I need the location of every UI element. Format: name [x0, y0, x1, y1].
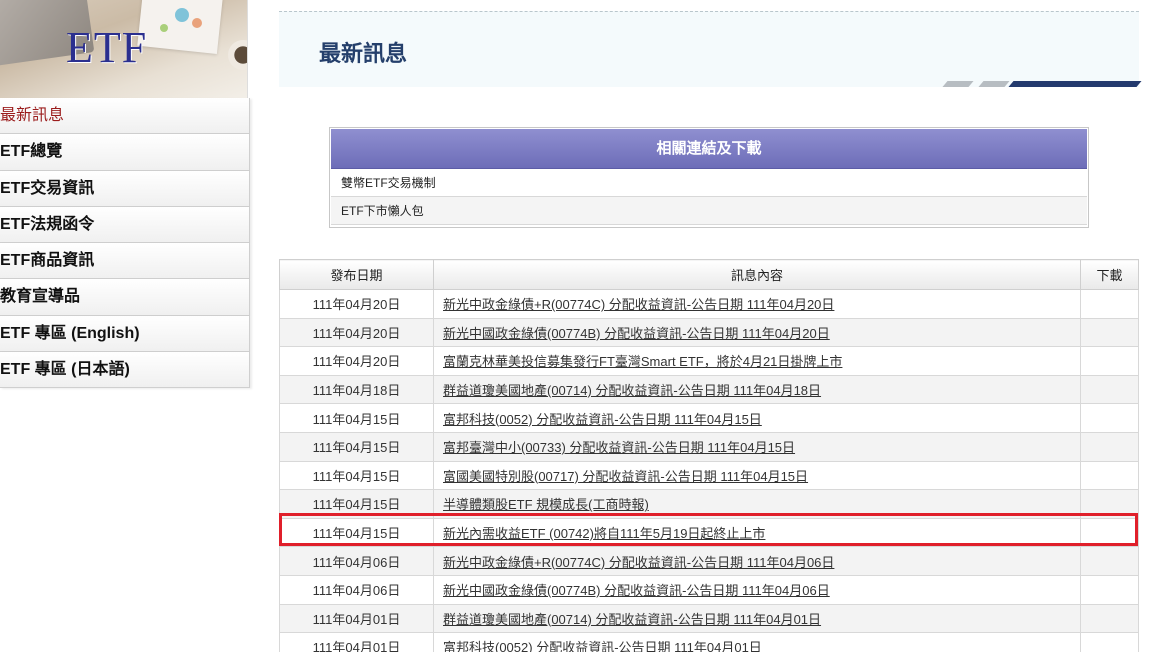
news-date: 111年04月01日: [279, 632, 434, 652]
sidebar: ETF 最新訊息 ETF總覽 ETF交易資訊 ETF法規函令 ETF商品資訊 教…: [0, 0, 250, 390]
table-row: 111年04月01日 群益道瓊美國地產(00714) 分配收益資訊-公告日期 11…: [279, 603, 1139, 634]
table-row: 111年04月20日 新光中國政金綠債(00774B) 分配收益資訊-公告日期 1…: [279, 317, 1139, 348]
coffee-cup-graphic: [228, 40, 247, 70]
news-link[interactable]: 富邦臺灣中小(00733) 分配收益資訊-公告日期 111年04月15日: [443, 440, 795, 455]
download-cell: [1080, 517, 1139, 548]
news-date: 111年04月15日: [279, 431, 434, 462]
download-cell: [1080, 317, 1139, 348]
sidebar-item-etf-trading-info[interactable]: ETF交易資訊: [0, 170, 250, 207]
decor-dot: [175, 8, 189, 22]
sidebar-item-etf-product-info[interactable]: ETF商品資訊: [0, 243, 250, 280]
download-cell: [1080, 489, 1139, 519]
header-stripes: [939, 79, 1142, 87]
sidebar-item-etf-regulations[interactable]: ETF法規函令: [0, 206, 250, 244]
news-link[interactable]: 半導體類股ETF 規模成長(工商時報): [443, 497, 649, 512]
sidebar-item-japanese[interactable]: ETF 專區 (日本語): [0, 352, 250, 389]
news-date: 111年04月20日: [279, 317, 434, 348]
download-cell: [1080, 346, 1139, 376]
related-links-heading: 相關連結及下載: [331, 129, 1087, 169]
page-header: 最新訊息: [279, 11, 1142, 87]
sidebar-item-education[interactable]: 教育宣導品: [0, 279, 250, 316]
news-date: 111年04月01日: [279, 603, 434, 634]
news-table: 發布日期 訊息內容 下載 111年04月20日 新光中政金綠債+R(00774C)…: [279, 259, 1139, 652]
etf-logo: ETF: [66, 23, 148, 72]
news-date: 111年04月06日: [279, 574, 434, 605]
news-date: 111年04月15日: [279, 489, 434, 519]
table-row: 111年04月15日 新光內需收益ETF (00742)將自111年5月19日起終…: [279, 517, 1139, 548]
table-row: 111年04月01日 富邦科技(0052) 分配收益資訊-公告日期 111年04月…: [279, 632, 1139, 652]
news-link[interactable]: 富邦科技(0052) 分配收益資訊-公告日期 111年04月01日: [443, 640, 762, 652]
download-cell: [1080, 460, 1139, 491]
sidebar-item-latest-news[interactable]: 最新訊息: [0, 98, 250, 135]
news-link[interactable]: 群益道瓊美國地產(00714) 分配收益資訊-公告日期 111年04月18日: [443, 383, 821, 398]
news-link[interactable]: 新光中國政金綠債(00774B) 分配收益資訊-公告日期 111年04月06日: [443, 583, 830, 598]
news-link[interactable]: 新光中政金綠債+R(00774C) 分配收益資訊-公告日期 111年04月20日: [443, 297, 834, 312]
related-link-item[interactable]: ETF下市懶人包: [331, 197, 1087, 225]
download-cell: [1080, 546, 1139, 576]
related-link-item[interactable]: 雙幣ETF交易機制: [331, 169, 1087, 197]
page-title: 最新訊息: [319, 41, 408, 66]
table-row: 111年04月20日 富蘭克林華美投信募集發行FT臺灣Smart ETF，將於4月…: [279, 346, 1139, 376]
news-link[interactable]: 富邦科技(0052) 分配收益資訊-公告日期 111年04月15日: [443, 412, 762, 427]
download-cell: [1080, 289, 1139, 319]
download-cell: [1080, 632, 1139, 652]
news-link[interactable]: 富蘭克林華美投信募集發行FT臺灣Smart ETF，將於4月21日掛牌上市: [443, 354, 842, 369]
news-link[interactable]: 富國美國特別股(00717) 分配收益資訊-公告日期 111年04月15日: [443, 469, 808, 484]
download-cell: [1080, 574, 1139, 605]
download-cell: [1080, 374, 1139, 405]
sidebar-item-etf-overview[interactable]: ETF總覽: [0, 134, 250, 171]
header-stripe: [942, 81, 974, 87]
header-stripe: [978, 81, 1010, 87]
news-date: 111年04月20日: [279, 346, 434, 376]
news-date: 111年04月06日: [279, 546, 434, 576]
table-row: 111年04月18日 群益道瓊美國地產(00714) 分配收益資訊-公告日期 11…: [279, 374, 1139, 405]
download-cell: [1080, 603, 1139, 634]
news-link[interactable]: 新光中國政金綠債(00774B) 分配收益資訊-公告日期 111年04月20日: [443, 326, 830, 341]
news-date: 111年04月15日: [279, 517, 434, 548]
column-header-date: 發布日期: [279, 259, 434, 290]
header-stripe: [1008, 81, 1142, 87]
news-link[interactable]: 群益道瓊美國地產(00714) 分配收益資訊-公告日期 111年04月01日: [443, 612, 821, 627]
decor-dot: [192, 18, 202, 28]
column-header-download: 下載: [1080, 259, 1139, 290]
news-date: 111年04月15日: [279, 403, 434, 433]
download-cell: [1080, 403, 1139, 433]
news-date: 111年04月15日: [279, 460, 434, 491]
decor-dot: [160, 24, 168, 32]
table-row: 111年04月15日 富邦科技(0052) 分配收益資訊-公告日期 111年04月…: [279, 403, 1139, 433]
news-link[interactable]: 新光中政金綠債+R(00774C) 分配收益資訊-公告日期 111年04月06日: [443, 555, 834, 570]
table-row: 111年04月15日 半導體類股ETF 規模成長(工商時報): [279, 489, 1139, 519]
table-row: 111年04月15日 富國美國特別股(00717) 分配收益資訊-公告日期 111…: [279, 460, 1139, 491]
table-row: 111年04月20日 新光中政金綠債+R(00774C) 分配收益資訊-公告日期 …: [279, 289, 1139, 319]
news-date: 111年04月18日: [279, 374, 434, 405]
table-row: 111年04月15日 富邦臺灣中小(00733) 分配收益資訊-公告日期 111年…: [279, 431, 1139, 462]
sidebar-menu: 最新訊息 ETF總覽 ETF交易資訊 ETF法規函令 ETF商品資訊 教育宣導品…: [0, 98, 250, 389]
table-row: 111年04月06日 新光中政金綠債+R(00774C) 分配收益資訊-公告日期 …: [279, 546, 1139, 576]
sidebar-item-english[interactable]: ETF 專區 (English): [0, 315, 250, 353]
table-row: 111年04月06日 新光中國政金綠債(00774B) 分配收益資訊-公告日期 1…: [279, 574, 1139, 605]
news-date: 111年04月20日: [279, 289, 434, 319]
news-link[interactable]: 新光內需收益ETF (00742)將自111年5月19日起終止上市: [443, 526, 765, 541]
etf-banner-image[interactable]: ETF: [0, 0, 248, 98]
related-links-box: 相關連結及下載 雙幣ETF交易機制 ETF下市懶人包: [329, 127, 1089, 228]
download-cell: [1080, 431, 1139, 462]
column-header-content: 訊息內容: [433, 259, 1081, 290]
news-table-header-row: 發布日期 訊息內容 下載: [279, 259, 1139, 290]
